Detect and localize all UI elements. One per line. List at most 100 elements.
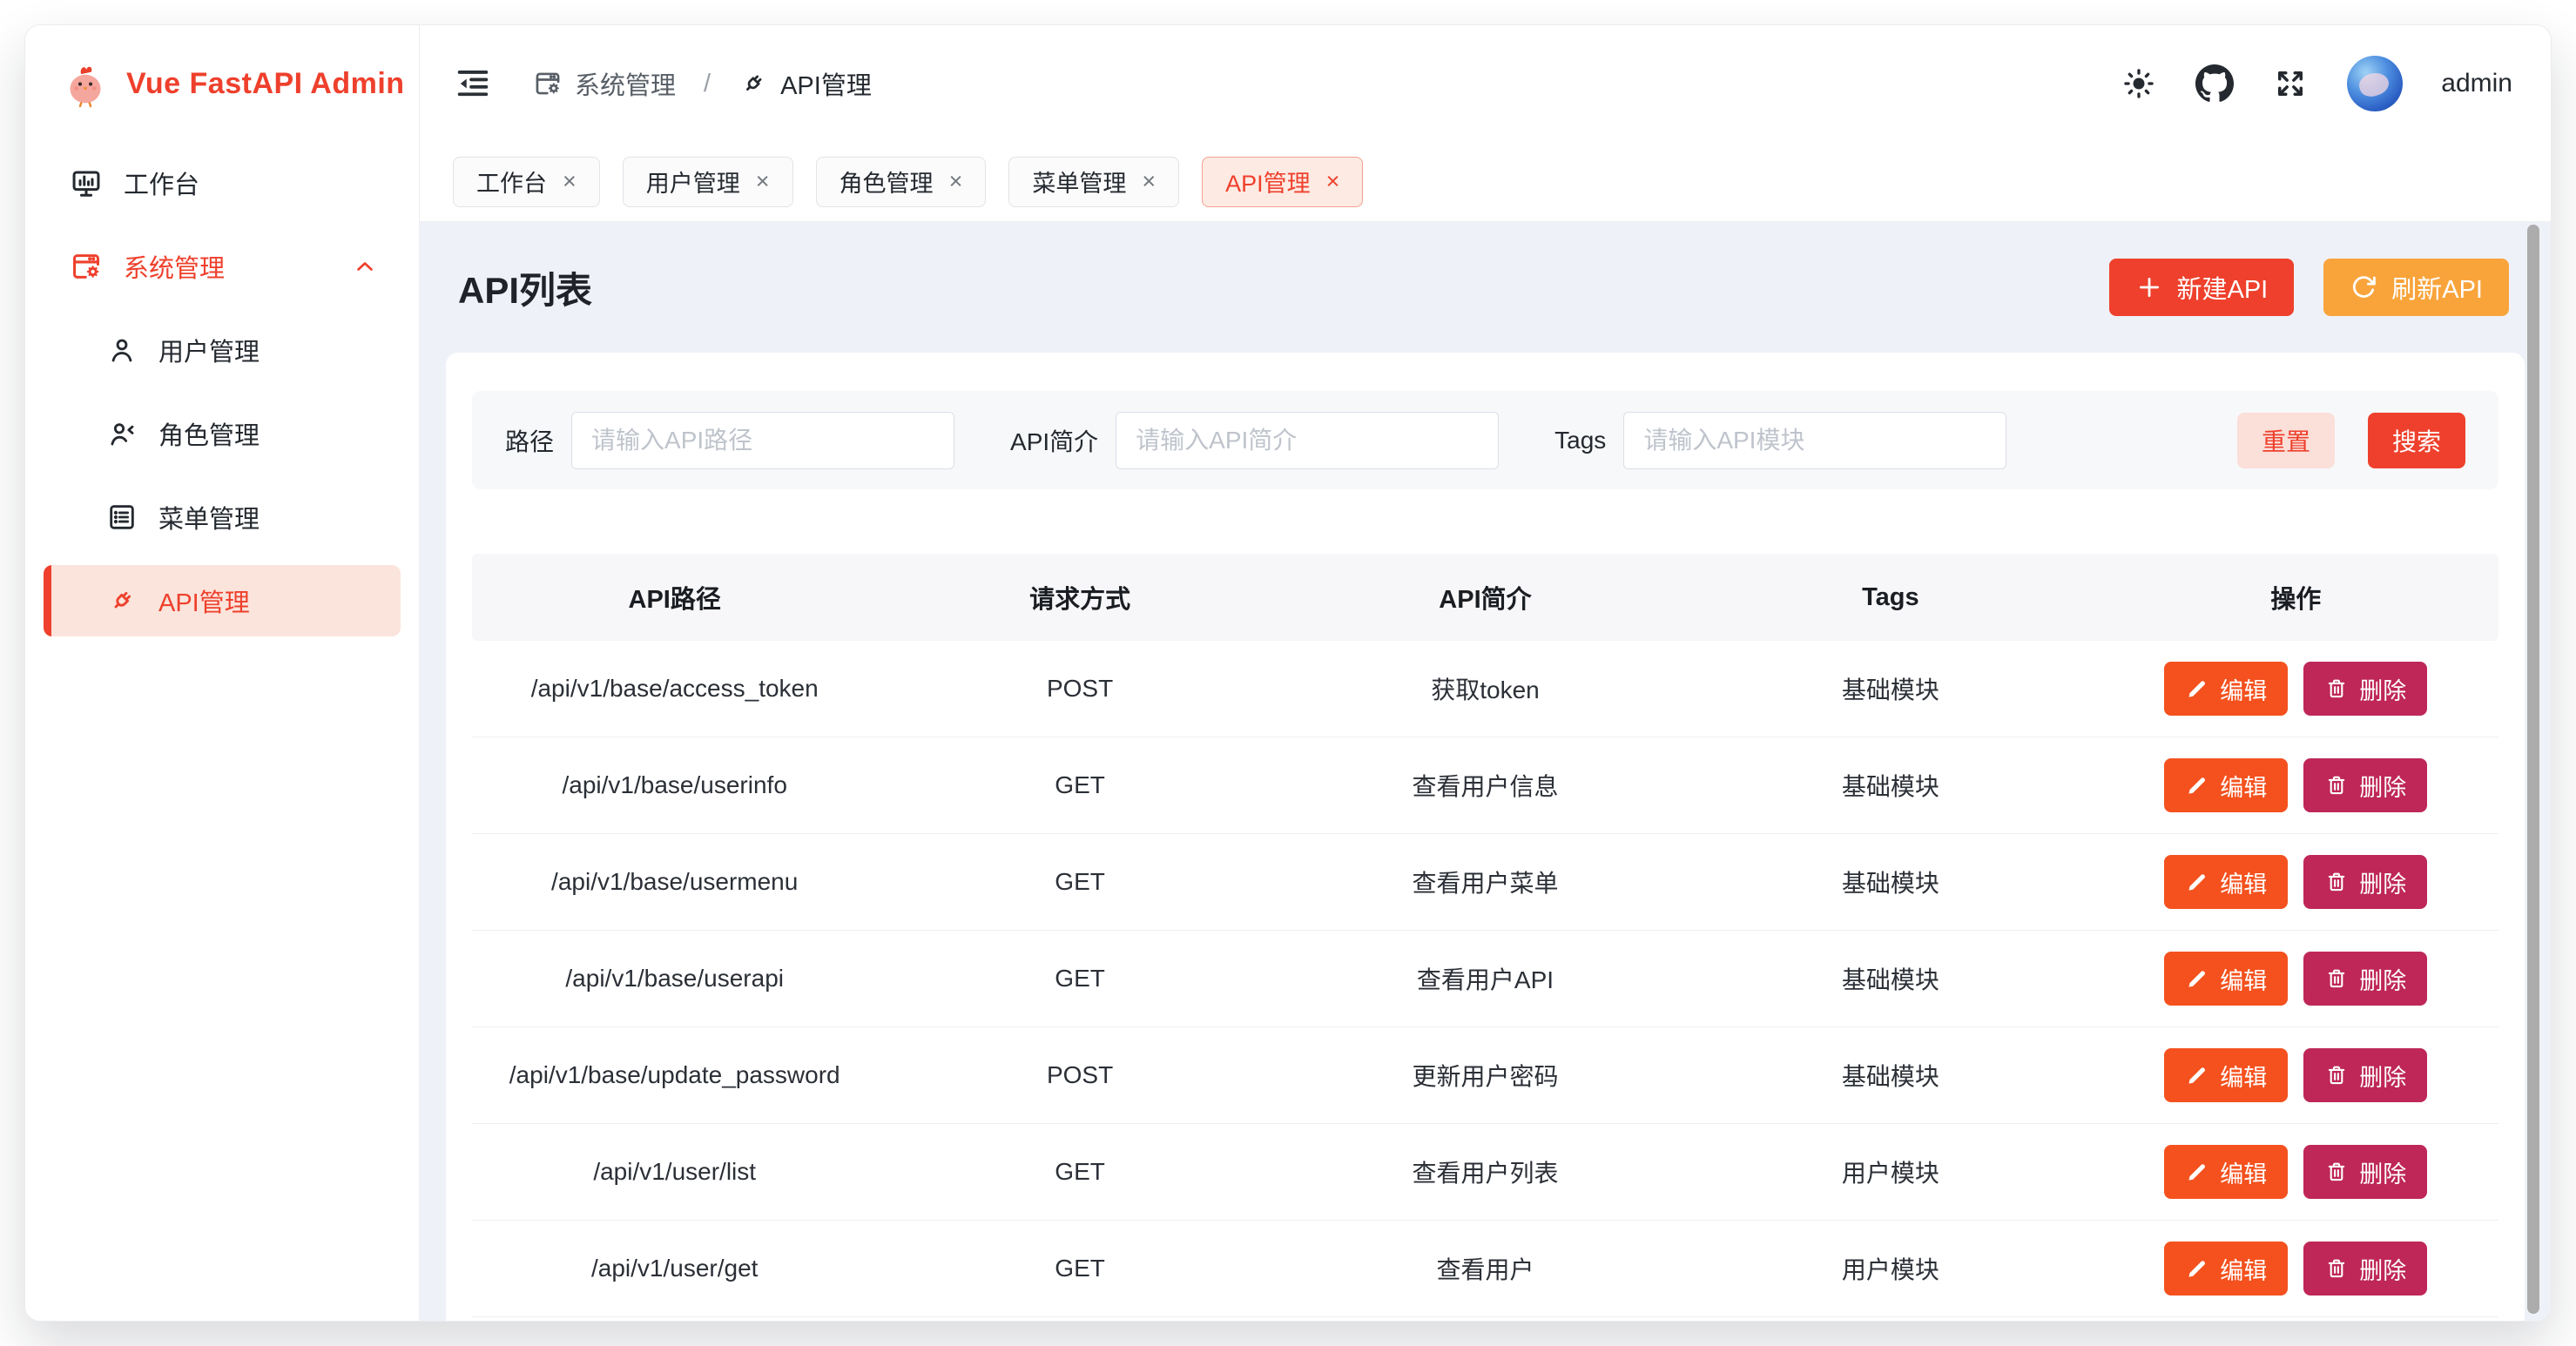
sidebar-item-menus[interactable]: 菜单管理 (44, 481, 401, 553)
breadcrumb-item-api[interactable]: API管理 (738, 65, 872, 102)
button-label: 删除 (2359, 672, 2406, 706)
method-cell: GET (877, 1221, 1282, 1317)
close-icon[interactable]: × (1142, 170, 1156, 193)
sidebar-item-roles[interactable]: 角色管理 (44, 398, 401, 469)
username[interactable]: admin (2441, 69, 2512, 98)
edit-button[interactable]: 编辑 (2164, 662, 2288, 716)
breadcrumb-separator: / (704, 70, 711, 98)
sidebar-item-apis[interactable]: API管理 (44, 565, 401, 636)
table-body: /api/v1/base/access_token POST 获取token 基… (472, 641, 2498, 1317)
actions-cell: 编辑 删除 (2094, 641, 2498, 737)
fullscreen-icon[interactable] (2272, 65, 2309, 102)
pencil-icon (2185, 773, 2209, 798)
button-label: 新建API (2177, 269, 2269, 306)
delete-button[interactable]: 删除 (2303, 662, 2427, 716)
path-filter-input[interactable] (571, 412, 954, 469)
table-row: /api/v1/user/list GET 查看用户列表 用户模块 编辑 (472, 1124, 2498, 1221)
tags-filter-input[interactable] (1623, 412, 2006, 469)
summary-filter-label: API简介 (1010, 423, 1098, 458)
method-cell: GET (877, 931, 1282, 1027)
api-path-cell: /api/v1/user/list (472, 1124, 877, 1221)
edit-button[interactable]: 编辑 (2164, 758, 2288, 812)
pencil-icon (2185, 1160, 2209, 1184)
content-area: API列表 新建API (420, 222, 2551, 1321)
edit-button[interactable]: 编辑 (2164, 855, 2288, 909)
tab-menus[interactable]: 菜单管理 × (1008, 157, 1179, 207)
reset-button[interactable]: 重置 (2237, 413, 2335, 468)
search-button[interactable]: 搜索 (2368, 413, 2465, 468)
close-icon[interactable]: × (949, 170, 963, 193)
actions-cell: 编辑 删除 (2094, 1027, 2498, 1124)
api-path-cell: /api/v1/base/update_password (472, 1027, 877, 1124)
tags-cell: 基础模块 (1688, 931, 2093, 1027)
delete-button[interactable]: 删除 (2303, 952, 2427, 1006)
delete-button[interactable]: 删除 (2303, 1048, 2427, 1102)
tab-label: 用户管理 (646, 165, 740, 199)
delete-button[interactable]: 删除 (2303, 758, 2427, 812)
menu-list-icon (106, 501, 138, 533)
user-avatar[interactable] (2347, 56, 2403, 111)
github-icon[interactable] (2195, 64, 2234, 103)
delete-button[interactable]: 删除 (2303, 1145, 2427, 1199)
page-header: API列表 新建API (446, 222, 2525, 353)
delete-button[interactable]: 删除 (2303, 855, 2427, 909)
theme-toggle-sun-icon[interactable] (2121, 65, 2157, 102)
main-area: 系统管理 / API管理 (420, 25, 2551, 1321)
actions-cell: 编辑 删除 (2094, 931, 2498, 1027)
button-label: 编辑 (2220, 1155, 2267, 1189)
tab-apis[interactable]: API管理 × (1202, 157, 1363, 207)
edit-button[interactable]: 编辑 (2164, 952, 2288, 1006)
button-label: 编辑 (2220, 1252, 2267, 1286)
tab-users[interactable]: 用户管理 × (623, 157, 793, 207)
page-actions: 新建API 刷新API (2109, 259, 2510, 316)
column-header-tags: Tags (1688, 554, 2093, 641)
sidebar-menu: 工作台 系统管理 (25, 142, 419, 636)
delete-button[interactable]: 删除 (2303, 1242, 2427, 1296)
role-icon (106, 418, 138, 449)
monitor-icon (70, 166, 103, 199)
sidebar-collapse-icon[interactable] (453, 64, 493, 104)
button-label: 删除 (2359, 1252, 2406, 1286)
edit-button[interactable]: 编辑 (2164, 1242, 2288, 1296)
close-icon[interactable]: × (563, 170, 577, 193)
actions-cell: 编辑 删除 (2094, 1221, 2498, 1317)
edit-button[interactable]: 编辑 (2164, 1145, 2288, 1199)
breadcrumb-label: 系统管理 (575, 65, 676, 102)
refresh-api-button[interactable]: 刷新API (2323, 259, 2509, 316)
summary-filter-input[interactable] (1116, 412, 1499, 469)
button-label: 刷新API (2391, 269, 2483, 306)
pencil-icon (2185, 966, 2209, 991)
mascot-chicken-icon (60, 58, 111, 109)
trash-icon (2324, 1256, 2349, 1281)
tab-label: API管理 (1225, 165, 1311, 199)
column-header-path: API路径 (472, 554, 877, 641)
tags-cell: 基础模块 (1688, 1027, 2093, 1124)
button-label: 删除 (2359, 1059, 2406, 1093)
plug-icon (738, 69, 768, 98)
close-icon[interactable]: × (756, 170, 770, 193)
method-cell: GET (877, 737, 1282, 834)
app-window: Vue FastAPI Admin 工作台 (24, 24, 2552, 1322)
summary-cell: 获取token (1283, 641, 1688, 737)
tab-label: 菜单管理 (1032, 165, 1126, 199)
app-logo[interactable]: Vue FastAPI Admin (25, 25, 419, 142)
tab-label: 工作台 (476, 165, 547, 199)
tab-workbench[interactable]: 工作台 × (453, 157, 600, 207)
button-label: 删除 (2359, 769, 2406, 803)
tab-roles[interactable]: 角色管理 × (816, 157, 987, 207)
edit-button[interactable]: 编辑 (2164, 1048, 2288, 1102)
new-api-button[interactable]: 新建API (2109, 259, 2295, 316)
sidebar-item-system[interactable]: 系统管理 (44, 231, 401, 302)
page-title: API列表 (458, 261, 592, 314)
sidebar-item-workbench[interactable]: 工作台 (44, 147, 401, 219)
filter-bar: 路径 API简介 Tags 重置 搜索 (472, 391, 2498, 489)
sidebar-item-users[interactable]: 用户管理 (44, 314, 401, 386)
scrollbar[interactable] (2527, 225, 2539, 1314)
close-icon[interactable]: × (1326, 170, 1340, 193)
summary-cell: 查看用户API (1283, 931, 1688, 1027)
top-header: 系统管理 / API管理 (420, 25, 2551, 142)
summary-cell: 更新用户密码 (1283, 1027, 1688, 1124)
filter-buttons: 重置 搜索 (2237, 413, 2465, 468)
header-actions: admin (2121, 56, 2512, 111)
breadcrumb-item-system[interactable]: 系统管理 (533, 65, 676, 102)
